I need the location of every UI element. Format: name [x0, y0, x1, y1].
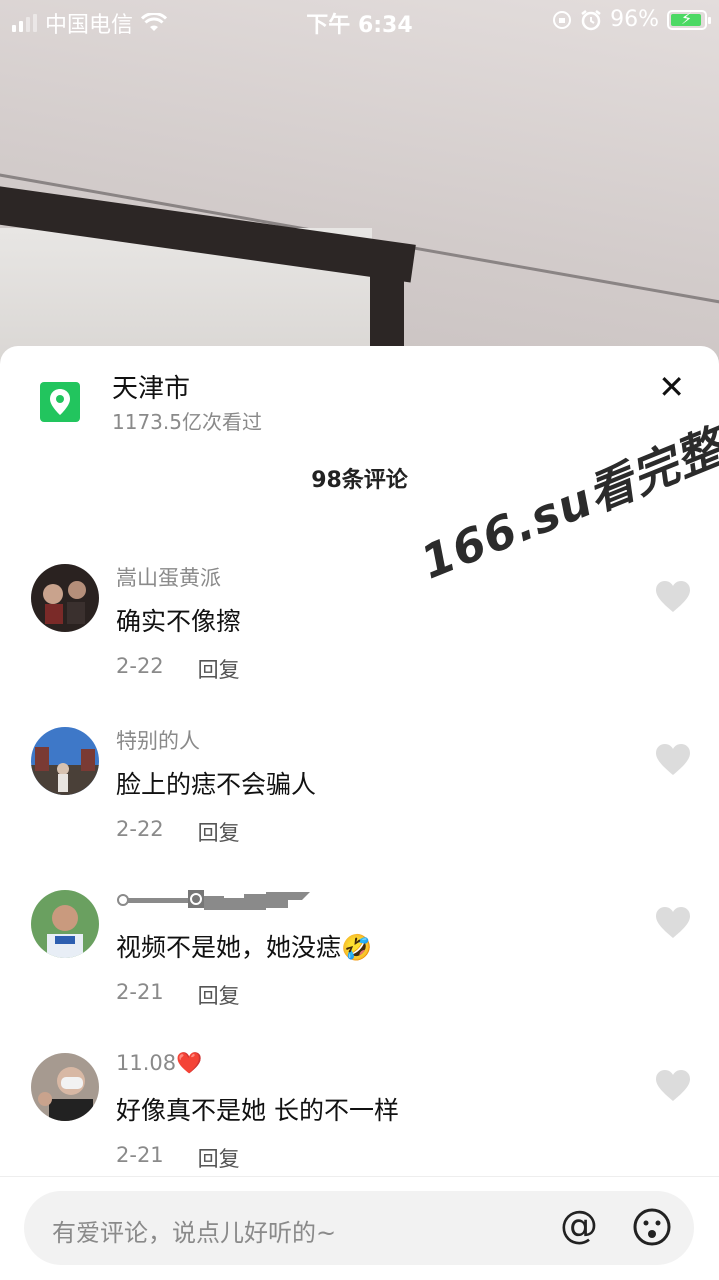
- location-views: 1173.5亿次看过: [112, 410, 262, 434]
- comment-text: 视频不是她，她没痣🤣: [116, 933, 373, 962]
- alarm-icon: [581, 9, 601, 30]
- comment-username[interactable]: [116, 888, 312, 910]
- reply-button[interactable]: 回复: [198, 817, 240, 847]
- location-pin-icon: [40, 382, 80, 422]
- location-header[interactable]: 天津市 1173.5亿次看过: [40, 374, 262, 434]
- comment-date: 2-22: [116, 817, 164, 841]
- avatar[interactable]: [31, 727, 99, 795]
- battery-percent: 96%: [610, 7, 659, 32]
- comment-item: 特别的人 脸上的痣不会骗人 2-22 回复: [0, 727, 719, 887]
- avatar[interactable]: [31, 890, 99, 958]
- battery-icon: ⚡: [667, 9, 711, 30]
- comment-item: 视频不是她，她没痣🤣 2-21 回复: [0, 890, 719, 1050]
- comment-input-placeholder: 有爱评论，说点儿好听的~: [52, 1219, 337, 1247]
- window-frame-right: [370, 258, 404, 360]
- username-decorative-glyphs: [117, 890, 310, 910]
- comment-date: 2-21: [116, 980, 164, 1004]
- comment-date: 2-21: [116, 1143, 164, 1167]
- comment-username[interactable]: 嵩山蛋黄派: [116, 562, 221, 592]
- comment-username[interactable]: 特别的人: [116, 725, 200, 755]
- avatar[interactable]: [31, 1053, 99, 1121]
- location-name: 天津市: [112, 374, 191, 404]
- reply-button[interactable]: 回复: [198, 980, 240, 1010]
- comment-text: 好像真不是她 长的不一样: [116, 1096, 399, 1125]
- comment-text: 确实不像擦: [116, 607, 242, 636]
- comment-date: 2-22: [116, 654, 164, 678]
- reply-button[interactable]: 回复: [198, 654, 240, 684]
- heart-icon[interactable]: [655, 1069, 691, 1103]
- avatar[interactable]: [31, 564, 99, 632]
- status-bar: 中国电信 下午 6:34 96% ⚡: [0, 0, 719, 40]
- comment-input[interactable]: 有爱评论，说点儿好听的~ @: [24, 1191, 694, 1265]
- heart-icon[interactable]: [655, 580, 691, 614]
- reply-button[interactable]: 回复: [198, 1143, 240, 1173]
- heart-icon[interactable]: [655, 743, 691, 777]
- comment-text: 脸上的痣不会骗人: [116, 770, 317, 799]
- emoji-icon[interactable]: [632, 1207, 672, 1247]
- close-icon[interactable]: ✕: [658, 368, 685, 406]
- comment-input-bar: 有爱评论，说点儿好听的~ @: [0, 1176, 719, 1280]
- mention-icon[interactable]: @: [560, 1203, 598, 1247]
- comment-item: 嵩山蛋黄派 确实不像擦 2-22 回复: [0, 564, 719, 724]
- video-background[interactable]: [0, 0, 719, 360]
- comment-panel: 天津市 1173.5亿次看过 ✕ 98条评论 166.su看完整版 嵩山蛋黄派 …: [0, 346, 719, 1280]
- comment-username[interactable]: 11.08❤️: [116, 1051, 202, 1076]
- orientation-lock-icon: [553, 10, 572, 29]
- heart-icon[interactable]: [655, 906, 691, 940]
